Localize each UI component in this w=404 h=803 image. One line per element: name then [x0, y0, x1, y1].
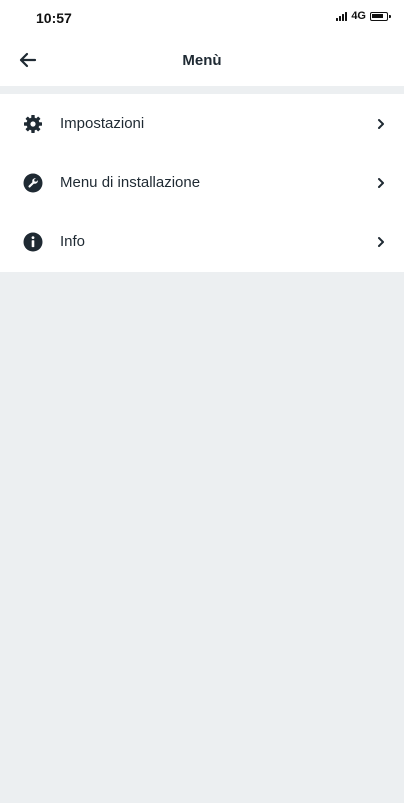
battery-icon — [370, 11, 391, 21]
menu-list: Impostazioni Menu di installazione Info — [0, 94, 404, 272]
network-type: 4G — [351, 10, 366, 22]
menu-screen: 10:57 4G Menù Impostazioni Menu di insta… — [0, 0, 404, 803]
menu-item-label: Impostazioni — [60, 115, 145, 132]
chevron-right-icon — [374, 117, 388, 131]
empty-content-area — [0, 272, 404, 803]
menu-item-menu-di-installazione[interactable]: Menu di installazione — [0, 153, 404, 212]
menu-item-info[interactable]: Info — [0, 212, 404, 271]
status-bar: 10:57 4G — [0, 0, 404, 34]
menu-item-label: Info — [60, 233, 86, 250]
status-indicators: 4G — [336, 10, 391, 22]
info-icon — [22, 231, 44, 253]
gear-icon — [22, 113, 44, 135]
app-header: Menù — [0, 34, 404, 94]
signal-icon — [336, 11, 348, 21]
menu-item-impostazioni[interactable]: Impostazioni — [0, 94, 404, 153]
status-time: 10:57 — [36, 10, 72, 26]
wrench-icon — [22, 172, 44, 194]
page-title: Menù — [182, 52, 222, 69]
chevron-right-icon — [374, 235, 388, 249]
chevron-right-icon — [374, 176, 388, 190]
menu-item-label: Menu di installazione — [60, 174, 201, 191]
